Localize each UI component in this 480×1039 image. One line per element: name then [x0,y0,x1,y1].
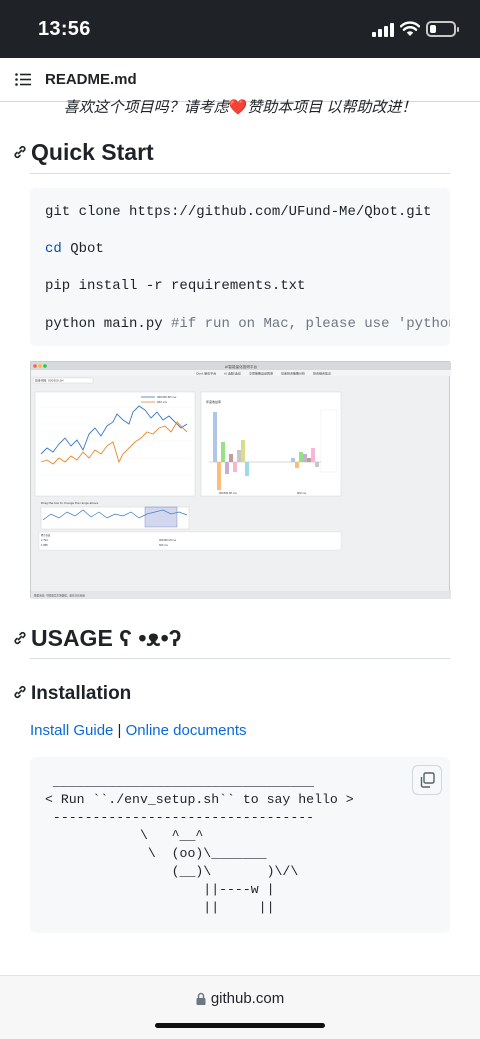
svg-text:1.794: 1.794 [41,539,48,542]
code-line-pip: pip install -r requirements.txt [45,278,306,294]
heading-usage: USAGE ʕ •ᴥ•ʔ [12,625,181,652]
promo-text-after: 赞助本项目 以帮助改进！ [247,99,417,116]
online-documents-link[interactable]: Online documents [126,722,247,739]
svg-text:累计收益: 累计收益 [41,533,51,537]
svg-text:000300.SH.csv: 000300.SH.csv [219,492,237,495]
link-separator: | [113,722,126,739]
shot-window-title: AI智能量化投研平台 [225,364,258,369]
status-time: 13:56 [38,18,91,40]
anchor-link-icon[interactable] [12,684,28,700]
svg-text:交易策略自动回测: 交易策略自动回测 [249,371,273,376]
list-icon[interactable] [15,73,31,86]
code-run-cmd: python main.py [45,316,172,332]
url-display[interactable]: github.com [0,990,480,1007]
wifi-icon [400,21,420,36]
battery-icon [426,21,459,37]
browser-address-bar[interactable]: github.com [0,975,480,1039]
svg-text:SPX.csv: SPX.csv [159,544,169,547]
heading-rule [30,658,450,659]
svg-text:1.888: 1.888 [41,544,48,547]
install-guide-link[interactable]: Install Guide [30,722,113,739]
svg-text:000300.SH.csv: 000300.SH.csv [157,395,177,399]
svg-text:基金代码: 000300.SH: 基金代码: 000300.SH [35,379,63,383]
svg-text:投资组合建议: 投资组合建议 [313,371,331,376]
cellular-signal-icon [372,23,394,37]
sponsor-promo-text: 喜欢这个项目吗？请考虑❤️赞助本项目 以帮助改进！ [0,96,480,117]
code-cd-arg: Qbot [61,241,104,257]
anchor-link-icon[interactable] [12,144,28,160]
promo-text-before: 喜欢这个项目吗？请考虑 [63,99,229,116]
anchor-link-icon[interactable] [12,630,28,646]
ascii-art-code-block[interactable]: _________________________________ < Run … [30,757,450,933]
copy-button[interactable] [412,765,442,795]
file-name: README.md [45,71,137,88]
code-keyword-cd: cd [45,241,62,257]
heading-text: Installation [31,683,132,704]
heading-quick-start: Quick Start [12,139,154,166]
heading-rule [30,173,450,174]
ascii-art-text: _________________________________ < Run … [45,774,354,915]
heading-text: Quick Start [31,139,154,165]
svg-text:AI 选股/选基: AI 选股/选基 [224,371,241,376]
quick-start-code-block[interactable]: git clone https://github.com/UFund-Me/Qb… [30,188,450,346]
copy-icon [420,772,435,788]
svg-text:SPX.csv: SPX.csv [157,400,168,404]
heading-installation: Installation [12,683,131,705]
code-run-comment: #if run on Mac, please use 'pythonw main… [171,316,450,332]
svg-text:年度收益率: 年度收益率 [206,399,221,404]
lock-icon [196,992,206,1005]
svg-text:Qbot 量化平台: Qbot 量化平台 [196,371,216,376]
svg-text:000300.SH.csv: 000300.SH.csv [159,539,177,542]
heading-text: USAGE ʕ •ᴥ•ʔ [31,625,182,651]
home-indicator [155,1023,325,1028]
code-line-clone: git clone https://github.com/UFund-Me/Qb… [45,204,432,220]
url-text: github.com [210,990,285,1007]
code-line-cd: cd Qbot [45,241,104,257]
svg-text:SPX.csv: SPX.csv [297,492,307,495]
install-links: Install Guide | Online documents [30,722,247,739]
svg-text:Drag the box to change the ran: Drag the box to change the range above. [41,501,99,505]
app-screenshot-drawing: AI智能量化投研平台 Qbot 量化平台 AI 选股/选基 交易策略自动回测 基… [31,362,451,599]
status-bar: 13:56 [0,0,480,58]
heart-icon: ❤️ [228,99,248,116]
svg-text:基金投资策略分析: 基金投资策略分析 [281,371,305,376]
code-line-run: python main.py #if run on Mac, please us… [45,316,450,332]
app-screenshot-image[interactable]: AI智能量化投研平台 Qbot 量化平台 AI 选股/选基 交易策略自动回测 基… [30,361,451,599]
svg-text:数据来源: 中国股票市场数据，量化分析系统: 数据来源: 中国股票市场数据，量化分析系统 [34,594,85,598]
